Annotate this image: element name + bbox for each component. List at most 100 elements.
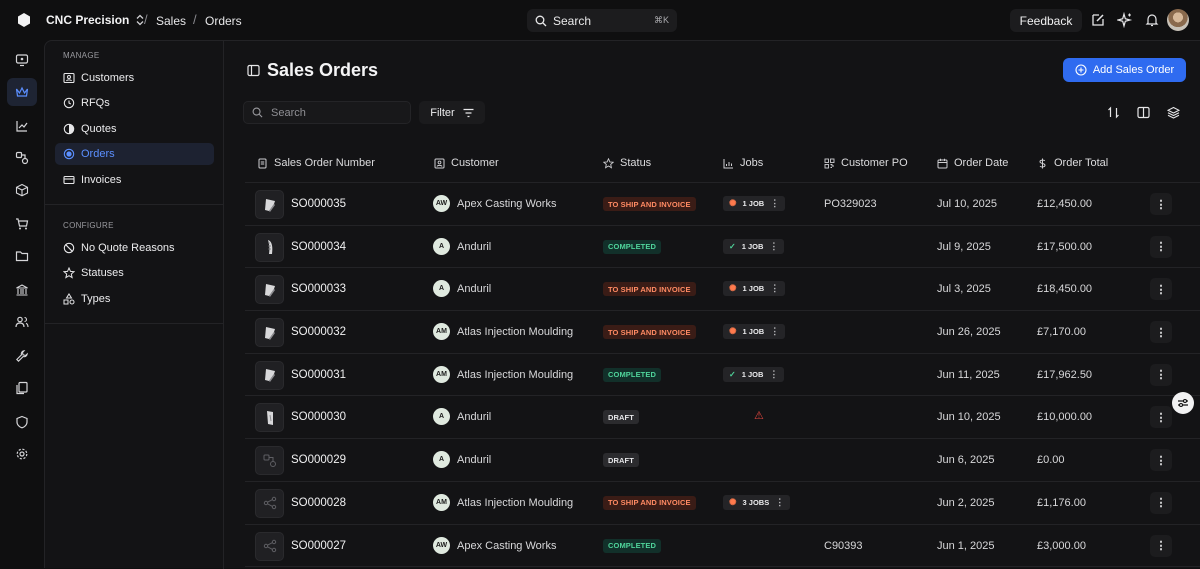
row-actions-button[interactable]: ⋮ [1150,449,1172,472]
bell-icon[interactable] [1144,12,1160,28]
table-search-input[interactable]: Search [243,101,411,124]
sales-order-number[interactable]: SO000031 [291,369,346,381]
rail-purchasing[interactable] [7,210,37,238]
customer-name[interactable]: Apex Casting Works [457,198,556,210]
part-thumbnail[interactable] [255,446,284,476]
part-thumbnail[interactable] [255,360,284,390]
jobs-badge[interactable]: ✺ 1 JOB ⋮ [723,281,786,297]
nav-quotes[interactable]: Quotes [55,118,214,140]
table-row[interactable]: SO000032 AM Atlas Injection Moulding TO SHI… [245,311,1200,354]
customer-name[interactable]: Anduril [457,241,491,253]
sales-order-number[interactable]: SO000033 [291,283,346,295]
customer-name[interactable]: Apex Casting Works [457,540,556,552]
customer-name[interactable]: Anduril [457,454,491,466]
filter-button[interactable]: Filter [419,101,485,124]
sales-order-number[interactable]: SO000027 [291,540,346,552]
sales-order-number[interactable]: SO000028 [291,497,346,509]
nav-rfqs[interactable]: RFQs [55,92,214,114]
jobs-badge[interactable]: ✓ 1 JOB ⋮ [723,238,785,254]
global-search[interactable]: Search ⌘K [527,9,677,32]
table-row[interactable]: SO000035 AW Apex Casting Works TO SHIP AND … [245,183,1200,226]
table-row[interactable]: SO000033 A Anduril TO SHIP AND INVOICE ✺ 1 JO… [245,268,1200,312]
column-header-customer-po[interactable]: Customer PO [824,157,908,169]
rail-sales[interactable] [7,78,37,106]
row-actions-button[interactable]: ⋮ [1150,321,1172,344]
sales-order-number[interactable]: SO000034 [291,241,346,253]
part-thumbnail[interactable] [255,190,284,219]
customer-name[interactable]: Atlas Injection Moulding [457,326,573,338]
rail-settings[interactable] [7,440,37,468]
more-vertical-icon[interactable]: ⋮ [769,369,778,380]
part-thumbnail[interactable] [255,318,284,348]
table-row[interactable]: SO000034 A Anduril COMPLETED ✓ 1 JOB ⋮ Jul 9, 2… [245,226,1200,269]
columns-icon[interactable] [1137,106,1150,119]
more-vertical-icon[interactable]: ⋮ [769,241,778,252]
row-actions-button[interactable]: ⋮ [1150,406,1172,429]
table-row[interactable]: SO000027 AW Apex Casting Works COMPLETED C90… [245,525,1200,568]
feedback-button[interactable]: Feedback [1010,9,1082,32]
more-vertical-icon[interactable]: ⋮ [770,283,779,294]
customer-name[interactable]: Anduril [457,411,491,423]
nav-orders[interactable]: Orders [55,143,214,165]
user-avatar[interactable] [1167,9,1189,31]
nav-statuses[interactable]: Statuses [55,262,214,284]
rail-dashboard[interactable] [7,46,37,74]
nav-customers[interactable]: Customers [55,67,214,89]
column-header-order-total[interactable]: Order Total [1037,157,1108,169]
part-thumbnail[interactable] [255,488,284,518]
sort-icon[interactable] [1107,106,1120,119]
layers-icon[interactable] [1167,106,1180,119]
more-vertical-icon[interactable]: ⋮ [770,198,779,209]
rail-quality[interactable] [7,408,37,436]
sales-order-number[interactable]: SO000035 [291,198,346,210]
breadcrumb-sales[interactable]: Sales [156,14,186,28]
jobs-badge[interactable]: ✺ 1 JOB ⋮ [723,196,786,211]
sidebar-toggle-icon[interactable] [247,64,260,77]
sales-order-number[interactable]: SO000030 [291,411,346,423]
rail-documents[interactable] [7,242,37,270]
more-vertical-icon[interactable]: ⋮ [775,497,784,508]
rail-parts[interactable] [7,144,37,172]
breadcrumb-orders[interactable]: Orders [205,14,242,28]
table-row[interactable]: SO000030 A Anduril DRAFT ⚠ Jun 10, 2025 £10,00… [245,396,1200,440]
row-actions-button[interactable]: ⋮ [1150,193,1172,215]
nav-no-quote-reasons[interactable]: No Quote Reasons [55,237,214,259]
row-actions-button[interactable]: ⋮ [1150,534,1172,557]
sales-order-number[interactable]: SO000029 [291,454,346,466]
floating-help-button[interactable] [1172,392,1194,414]
part-thumbnail[interactable] [255,531,284,561]
rail-resources[interactable] [7,342,37,370]
rail-inventory[interactable] [7,176,37,204]
table-row[interactable]: SO000028 AM Atlas Injection Moulding TO SHI… [245,482,1200,525]
more-vertical-icon[interactable]: ⋮ [770,326,779,337]
jobs-badge[interactable]: ✺ 1 JOB ⋮ [723,324,786,340]
jobs-badge[interactable]: ✺ 3 JOBS ⋮ [723,494,791,510]
row-actions-button[interactable]: ⋮ [1150,278,1172,301]
rail-files[interactable] [7,374,37,402]
row-actions-button[interactable]: ⋮ [1150,235,1172,258]
sparkle-icon[interactable] [1117,12,1133,28]
column-header-customer[interactable]: Customer [434,157,499,169]
rail-people[interactable] [7,308,37,336]
part-thumbnail[interactable] [255,403,284,433]
part-thumbnail[interactable] [255,232,284,262]
column-header-jobs[interactable]: Jobs [723,157,763,169]
nav-types[interactable]: Types [55,288,214,310]
customer-name[interactable]: Atlas Injection Moulding [457,369,573,381]
nav-invoices[interactable]: Invoices [55,169,214,191]
edit-icon[interactable] [1090,12,1106,28]
table-row[interactable]: SO000031 AM Atlas Injection Moulding COMPLE… [245,354,1200,397]
app-logo-icon[interactable] [16,12,32,28]
customer-name[interactable]: Anduril [457,283,491,295]
row-actions-button[interactable]: ⋮ [1150,363,1172,386]
org-switcher[interactable]: CNC Precision [46,13,145,27]
add-sales-order-button[interactable]: Add Sales Order [1063,58,1186,82]
customer-name[interactable]: Atlas Injection Moulding [457,497,573,509]
table-row[interactable]: SO000029 A Anduril DRAFT Jun 6, 2025 £0.00 ⋮ [245,439,1200,482]
row-actions-button[interactable]: ⋮ [1150,491,1172,514]
sales-order-number[interactable]: SO000032 [291,326,346,338]
part-thumbnail[interactable] [255,275,284,305]
rail-analytics[interactable] [7,112,37,140]
column-header-order-date[interactable]: Order Date [937,157,1008,169]
rail-accounting[interactable] [7,276,37,304]
